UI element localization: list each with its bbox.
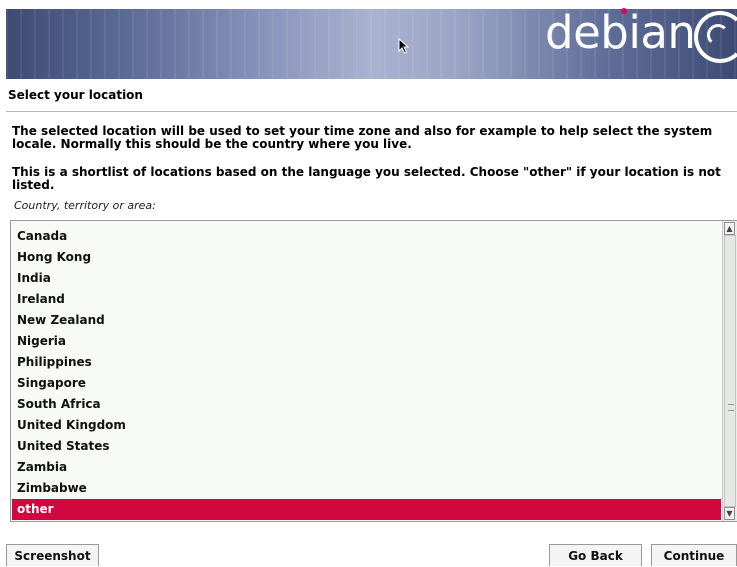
country-list-item[interactable]: Hong Kong [12,247,721,268]
shortlist-description: This is a shortlist of locations based o… [12,165,721,192]
arrow-up-icon[interactable]: ▲ [724,222,735,235]
country-list-item[interactable]: United Kingdom [12,415,721,436]
country-list-item[interactable]: New Zealand [12,310,721,331]
scrollbar-grip [728,404,734,411]
scrollbar-thumb[interactable] [724,235,736,507]
country-list-item[interactable]: United States [12,436,721,457]
country-list-item[interactable]: Zimbabwe [12,478,721,499]
title-divider [6,111,737,112]
mouse-pointer-icon [398,38,410,54]
country-prompt-label: Country, territory or area: [14,199,156,212]
page-title: Select your location [8,88,143,102]
vertical-scrollbar[interactable]: ▲ ▼ [722,221,737,521]
screenshot-button[interactable]: Screenshot [6,544,99,566]
country-listbox[interactable]: Canada Hong Kong India Ireland New Zealand Ni… [10,220,737,522]
country-list-item[interactable]: Philippines [12,352,721,373]
arrow-down-icon[interactable]: ▼ [724,507,735,520]
debian-logo-dot [621,8,627,14]
go-back-button[interactable]: Go Back [549,544,642,566]
location-description: The selected location will be used to se… [12,124,713,151]
country-list-item[interactable]: Ireland [12,289,721,310]
debian-swirl-inner-icon [707,24,729,46]
country-list-item[interactable]: Canada [12,226,721,247]
country-list-item[interactable]: South Africa [12,394,721,415]
country-list-item[interactable]: Zambia [12,457,721,478]
country-list-item[interactable]: Nigeria [12,331,721,352]
country-list-item[interactable]: Singapore [12,373,721,394]
country-list-item[interactable]: India [12,268,721,289]
continue-button[interactable]: Continue [651,544,737,566]
country-list-item[interactable]: other [12,499,721,520]
